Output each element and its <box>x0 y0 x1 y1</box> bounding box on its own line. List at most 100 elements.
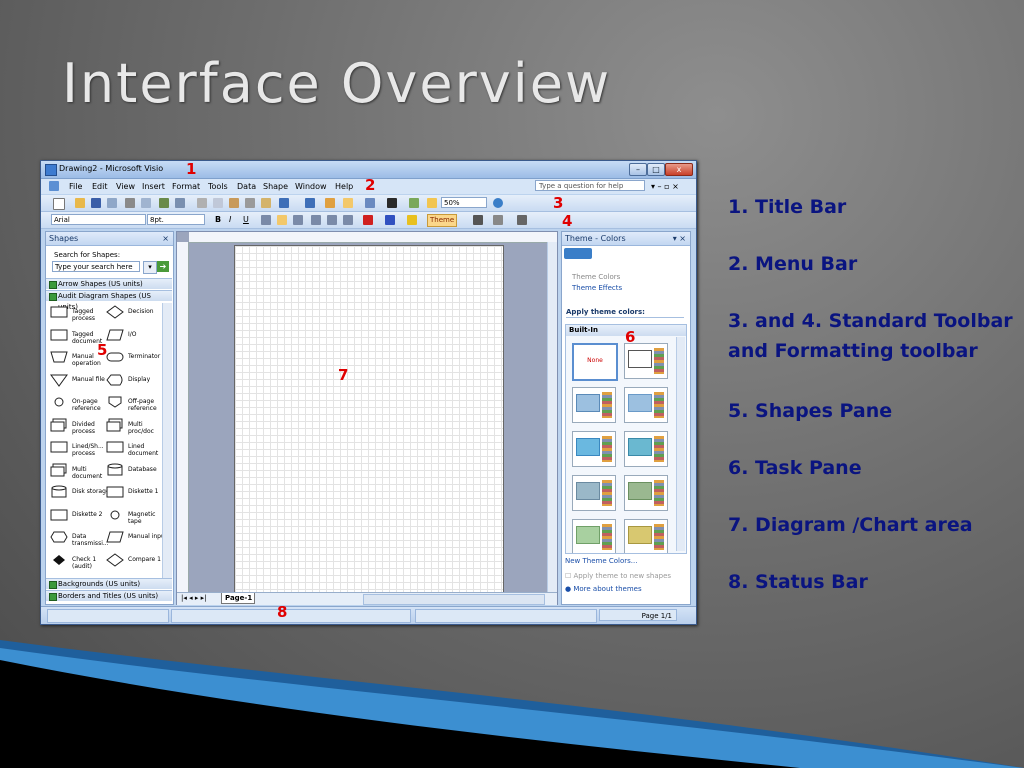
more-about-themes-link[interactable]: ● More about themes <box>565 585 642 593</box>
theme-effects-link[interactable]: Theme Effects <box>572 284 622 292</box>
shape-decision[interactable]: Decision <box>106 305 166 325</box>
shape-magnetic-tape[interactable]: Magnetic tape <box>106 508 166 528</box>
theme-thumb[interactable] <box>572 519 616 553</box>
drawing-tools-icon[interactable] <box>409 198 419 208</box>
page-tab[interactable]: Page-1 <box>221 593 255 604</box>
undo-icon[interactable] <box>279 198 289 208</box>
delete-icon[interactable] <box>245 198 255 208</box>
theme-thumb[interactable] <box>624 343 668 379</box>
stencil-borders-titles[interactable]: Borders and Titles (US units) <box>46 590 172 601</box>
connector-tool-icon[interactable] <box>365 198 375 208</box>
bullets-icon[interactable] <box>311 215 321 225</box>
line-color-icon[interactable] <box>385 215 395 225</box>
align-center-icon[interactable] <box>277 215 287 225</box>
help-icon[interactable] <box>493 198 503 208</box>
theme-thumb[interactable] <box>572 387 616 423</box>
shape-off-page-reference[interactable]: Off-page reference <box>106 395 166 415</box>
zoom-select[interactable]: 50% <box>441 197 487 208</box>
copy-icon[interactable] <box>213 198 223 208</box>
text-tool-icon[interactable] <box>387 198 397 208</box>
drawing-page[interactable] <box>234 245 504 593</box>
cut-icon[interactable] <box>197 198 207 208</box>
shape-on-page-reference[interactable]: On-page reference <box>50 395 110 415</box>
paste-icon[interactable] <box>229 198 239 208</box>
shape-manual-input[interactable]: Manual input <box>106 530 167 550</box>
drawing-horizontal-scrollbar[interactable] <box>363 594 545 605</box>
pointer-tool-icon[interactable] <box>343 198 353 208</box>
shape-data-transmissi[interactable]: Data transmissi... <box>50 530 110 550</box>
shape-lined-document[interactable]: Lined document <box>106 440 166 460</box>
shape-lined-sh-process[interactable]: Lined/Sh... process <box>50 440 110 460</box>
menu-window[interactable]: Window <box>295 182 327 191</box>
task-pane-close-icon[interactable]: ▾ × <box>673 232 686 245</box>
theme-button[interactable]: Theme <box>427 214 458 227</box>
align-right-icon[interactable] <box>293 215 303 225</box>
theme-thumb[interactable] <box>572 431 616 467</box>
shape-terminator[interactable]: Terminator <box>106 350 166 370</box>
menu-edit[interactable]: Edit <box>92 182 108 191</box>
italic-button[interactable]: I <box>229 215 231 224</box>
shape-diskette-2[interactable]: Diskette 2 <box>50 508 110 528</box>
page-nav-icons[interactable]: |◂ ◂ ▸ ▸| <box>181 594 206 602</box>
search-shapes-input[interactable]: Type your search here <box>52 261 140 272</box>
theme-thumb-none[interactable]: None <box>572 343 618 381</box>
underline-button[interactable]: U <box>243 215 249 224</box>
shape-multi-document[interactable]: Multi document <box>50 463 110 483</box>
line-ends-icon[interactable] <box>517 215 527 225</box>
theme-colors-link[interactable]: Theme Colors <box>572 273 620 281</box>
menu-data[interactable]: Data <box>237 182 256 191</box>
zoom-icon[interactable] <box>427 198 437 208</box>
theme-thumb[interactable] <box>624 387 668 423</box>
search-dropdown-icon[interactable]: ▾ <box>143 261 157 274</box>
theme-thumb[interactable] <box>572 475 616 511</box>
line-weight-icon[interactable] <box>473 215 483 225</box>
close-button[interactable]: x <box>665 163 693 176</box>
theme-gallery-scrollbar[interactable] <box>676 337 685 551</box>
help-dropdown-icon[interactable]: ▾ – ▫ × <box>651 182 679 191</box>
shape-disk-storage[interactable]: Disk storage <box>50 485 110 505</box>
format-painter-icon[interactable] <box>261 198 271 208</box>
new-theme-colors-link[interactable]: New Theme Colors... <box>565 557 637 565</box>
research-icon[interactable] <box>175 198 185 208</box>
font-size-select[interactable]: 8pt. <box>147 214 205 225</box>
font-name-select[interactable]: Arial <box>51 214 146 225</box>
menu-help[interactable]: Help <box>335 182 353 191</box>
align-left-icon[interactable] <box>261 215 271 225</box>
visio-menu-icon[interactable] <box>49 181 59 191</box>
shapes-scrollbar[interactable] <box>162 303 172 578</box>
menu-format[interactable]: Format <box>172 182 200 191</box>
print-preview-icon[interactable] <box>141 198 151 208</box>
shape-divided-process[interactable]: Divided process <box>50 418 110 438</box>
shape-tagged-process[interactable]: Tagged process <box>50 305 110 325</box>
search-go-icon[interactable]: ➔ <box>157 261 169 272</box>
shape-check-1-audit[interactable]: Check 1 (audit) <box>50 553 110 573</box>
menu-shape[interactable]: Shape <box>263 182 288 191</box>
maximize-button[interactable]: □ <box>647 163 665 176</box>
spelling-icon[interactable] <box>159 198 169 208</box>
theme-thumb[interactable] <box>624 431 668 467</box>
menu-insert[interactable]: Insert <box>142 182 165 191</box>
shape-database[interactable]: Database <box>106 463 166 483</box>
menu-tools[interactable]: Tools <box>208 182 228 191</box>
fill-color-icon[interactable] <box>407 215 417 225</box>
shape-multi-proc-doc[interactable]: Multi proc/doc <box>106 418 166 438</box>
permission-icon[interactable] <box>107 198 117 208</box>
shapes-pane-close-icon[interactable]: × <box>162 232 169 245</box>
bold-button[interactable]: B <box>215 215 221 224</box>
drawing-vertical-scrollbar[interactable] <box>547 242 557 592</box>
apply-new-shapes-checkbox[interactable]: ☐ Apply theme to new shapes <box>565 572 671 580</box>
shape-compare-1[interactable]: Compare 1 <box>106 552 166 573</box>
line-pattern-icon[interactable] <box>493 215 503 225</box>
redo-icon[interactable] <box>305 198 315 208</box>
increase-indent-icon[interactable] <box>343 215 353 225</box>
decrease-indent-icon[interactable] <box>327 215 337 225</box>
open-icon[interactable] <box>75 198 85 208</box>
shape-diskette-1[interactable]: Diskette 1 <box>106 485 166 505</box>
shapes-icon[interactable] <box>325 198 335 208</box>
new-icon[interactable] <box>53 198 65 210</box>
menu-file[interactable]: File <box>69 182 82 191</box>
font-color-icon[interactable] <box>363 215 373 225</box>
menu-view[interactable]: View <box>116 182 135 191</box>
shape-i-o[interactable]: I/O <box>106 328 166 348</box>
stencil-arrow-shapes[interactable]: Arrow Shapes (US units) <box>46 278 172 289</box>
